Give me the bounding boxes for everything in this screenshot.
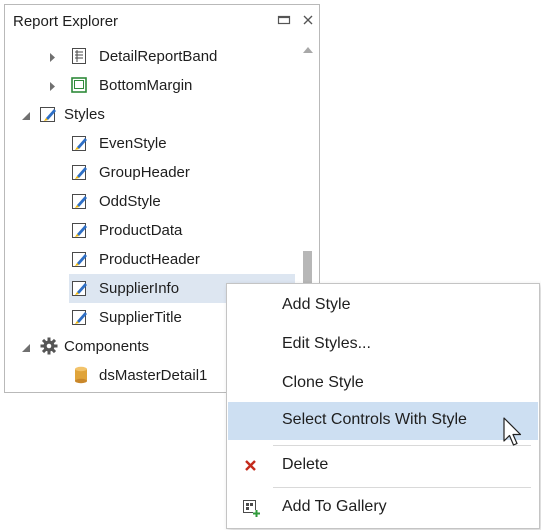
collapse-arrow-icon[interactable] xyxy=(21,111,31,121)
tree-item-label: ProductData xyxy=(99,222,183,239)
tree-item-label: SupplierInfo xyxy=(99,280,180,297)
collapse-arrow-icon[interactable] xyxy=(21,343,31,353)
window-minimize-icon[interactable] xyxy=(275,11,293,29)
context-menu: Add Style Edit Styles... Clone Style Sel… xyxy=(226,283,540,529)
components-gear-icon xyxy=(40,337,58,355)
tree-item-styles[interactable]: Styles xyxy=(5,100,295,129)
tree-item-group-header[interactable]: GroupHeader xyxy=(5,158,295,187)
tree-item-product-header[interactable]: ProductHeader xyxy=(5,245,295,274)
menu-item-label: Add Style xyxy=(282,296,351,313)
database-icon xyxy=(73,366,91,384)
expand-arrow-icon[interactable] xyxy=(47,52,57,62)
style-icon xyxy=(71,192,89,210)
tree-item-label: dsMasterDetail1 xyxy=(99,367,208,384)
tree-item-even-style[interactable]: EvenStyle xyxy=(5,129,295,158)
add-to-gallery-icon xyxy=(242,499,260,517)
menu-item-label: Add To Gallery xyxy=(282,498,387,515)
menu-item-select-controls-with-style[interactable]: Select Controls With Style xyxy=(228,402,538,440)
style-icon xyxy=(71,308,89,326)
tree-item-product-data[interactable]: ProductData xyxy=(5,216,295,245)
tree-item-bottom-margin[interactable]: BottomMargin xyxy=(5,71,295,100)
expand-arrow-icon[interactable] xyxy=(47,81,57,91)
detail-report-band-icon xyxy=(70,47,88,65)
tree-item-label: EvenStyle xyxy=(99,135,167,152)
menu-separator xyxy=(273,487,531,488)
menu-item-label: Clone Style xyxy=(282,374,364,391)
mouse-cursor-icon xyxy=(503,417,525,449)
tree-item-label: OddStyle xyxy=(99,193,161,210)
delete-x-icon xyxy=(242,457,260,475)
menu-item-label: Delete xyxy=(282,456,329,473)
tree-item-label: SupplierTitle xyxy=(99,309,182,326)
styles-folder-icon xyxy=(39,105,57,123)
scroll-up-arrow-icon[interactable] xyxy=(299,43,317,57)
menu-item-label: Edit Styles... xyxy=(282,335,371,352)
bottom-margin-icon xyxy=(70,76,88,94)
menu-item-edit-styles[interactable]: Edit Styles... xyxy=(228,326,538,364)
menu-item-clone-style[interactable]: Clone Style xyxy=(228,365,538,403)
style-icon xyxy=(71,221,89,239)
menu-item-delete[interactable]: Delete xyxy=(228,447,538,485)
close-icon[interactable] xyxy=(299,11,317,29)
menu-item-label: Select Controls With Style xyxy=(282,411,467,428)
tree-item-label: GroupHeader xyxy=(99,164,190,181)
tree-item-odd-style[interactable]: OddStyle xyxy=(5,187,295,216)
panel-title: Report Explorer xyxy=(13,13,119,30)
style-icon xyxy=(71,163,89,181)
style-icon xyxy=(71,279,89,297)
panel-header: Report Explorer xyxy=(5,5,319,37)
tree-item-detail-report-band[interactable]: DetailReportBand xyxy=(5,42,295,71)
menu-item-add-style[interactable]: Add Style xyxy=(228,287,538,325)
style-icon xyxy=(71,134,89,152)
menu-item-add-to-gallery[interactable]: Add To Gallery xyxy=(228,489,538,527)
tree-item-label: Styles xyxy=(64,106,105,123)
tree-item-label: Components xyxy=(64,338,150,355)
style-icon xyxy=(71,250,89,268)
tree-item-label: BottomMargin xyxy=(99,77,193,94)
tree-item-label: ProductHeader xyxy=(99,251,200,268)
tree-item-label: DetailReportBand xyxy=(99,48,218,65)
menu-separator xyxy=(273,445,531,446)
